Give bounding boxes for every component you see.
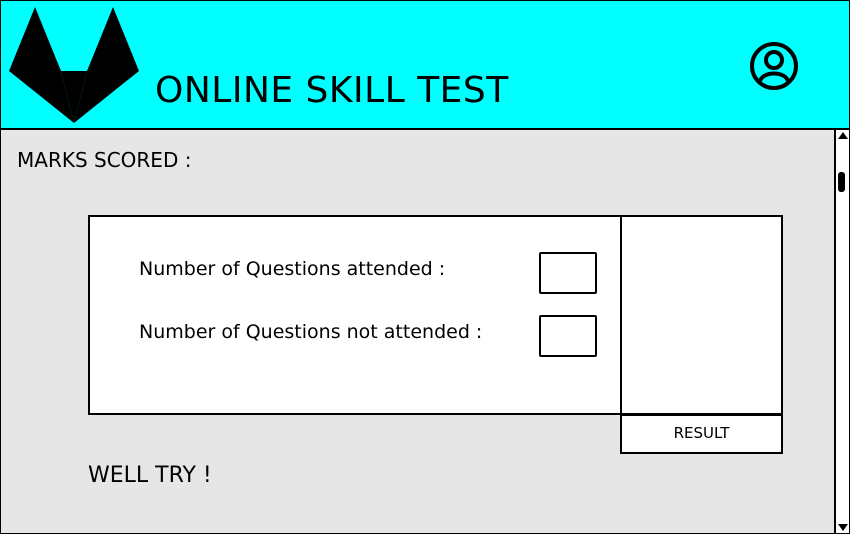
scroll-thumb[interactable] bbox=[838, 172, 845, 192]
questions-attended-field[interactable] bbox=[539, 252, 597, 294]
question-summary-panel: Number of Questions attended : Number of… bbox=[88, 215, 622, 415]
result-button[interactable]: RESULT bbox=[620, 414, 783, 454]
vertical-scrollbar[interactable] bbox=[834, 130, 849, 533]
result-display bbox=[620, 215, 783, 415]
fox-logo-icon bbox=[9, 7, 139, 123]
app-header: ONLINE SKILL TEST bbox=[1, 1, 849, 130]
scroll-up-arrow-icon[interactable] bbox=[838, 132, 848, 139]
scroll-down-arrow-icon[interactable] bbox=[838, 524, 848, 531]
questions-not-attended-label: Number of Questions not attended : bbox=[139, 321, 483, 343]
questions-attended-label: Number of Questions attended : bbox=[139, 258, 446, 280]
marks-scored-label: MARKS SCORED : bbox=[17, 148, 192, 172]
questions-not-attended-field[interactable] bbox=[539, 315, 597, 357]
feedback-message: WELL TRY ! bbox=[88, 463, 212, 488]
app-title: ONLINE SKILL TEST bbox=[155, 70, 509, 111]
main-content: MARKS SCORED : Number of Questions atten… bbox=[1, 130, 834, 533]
user-avatar-icon[interactable] bbox=[749, 41, 799, 91]
